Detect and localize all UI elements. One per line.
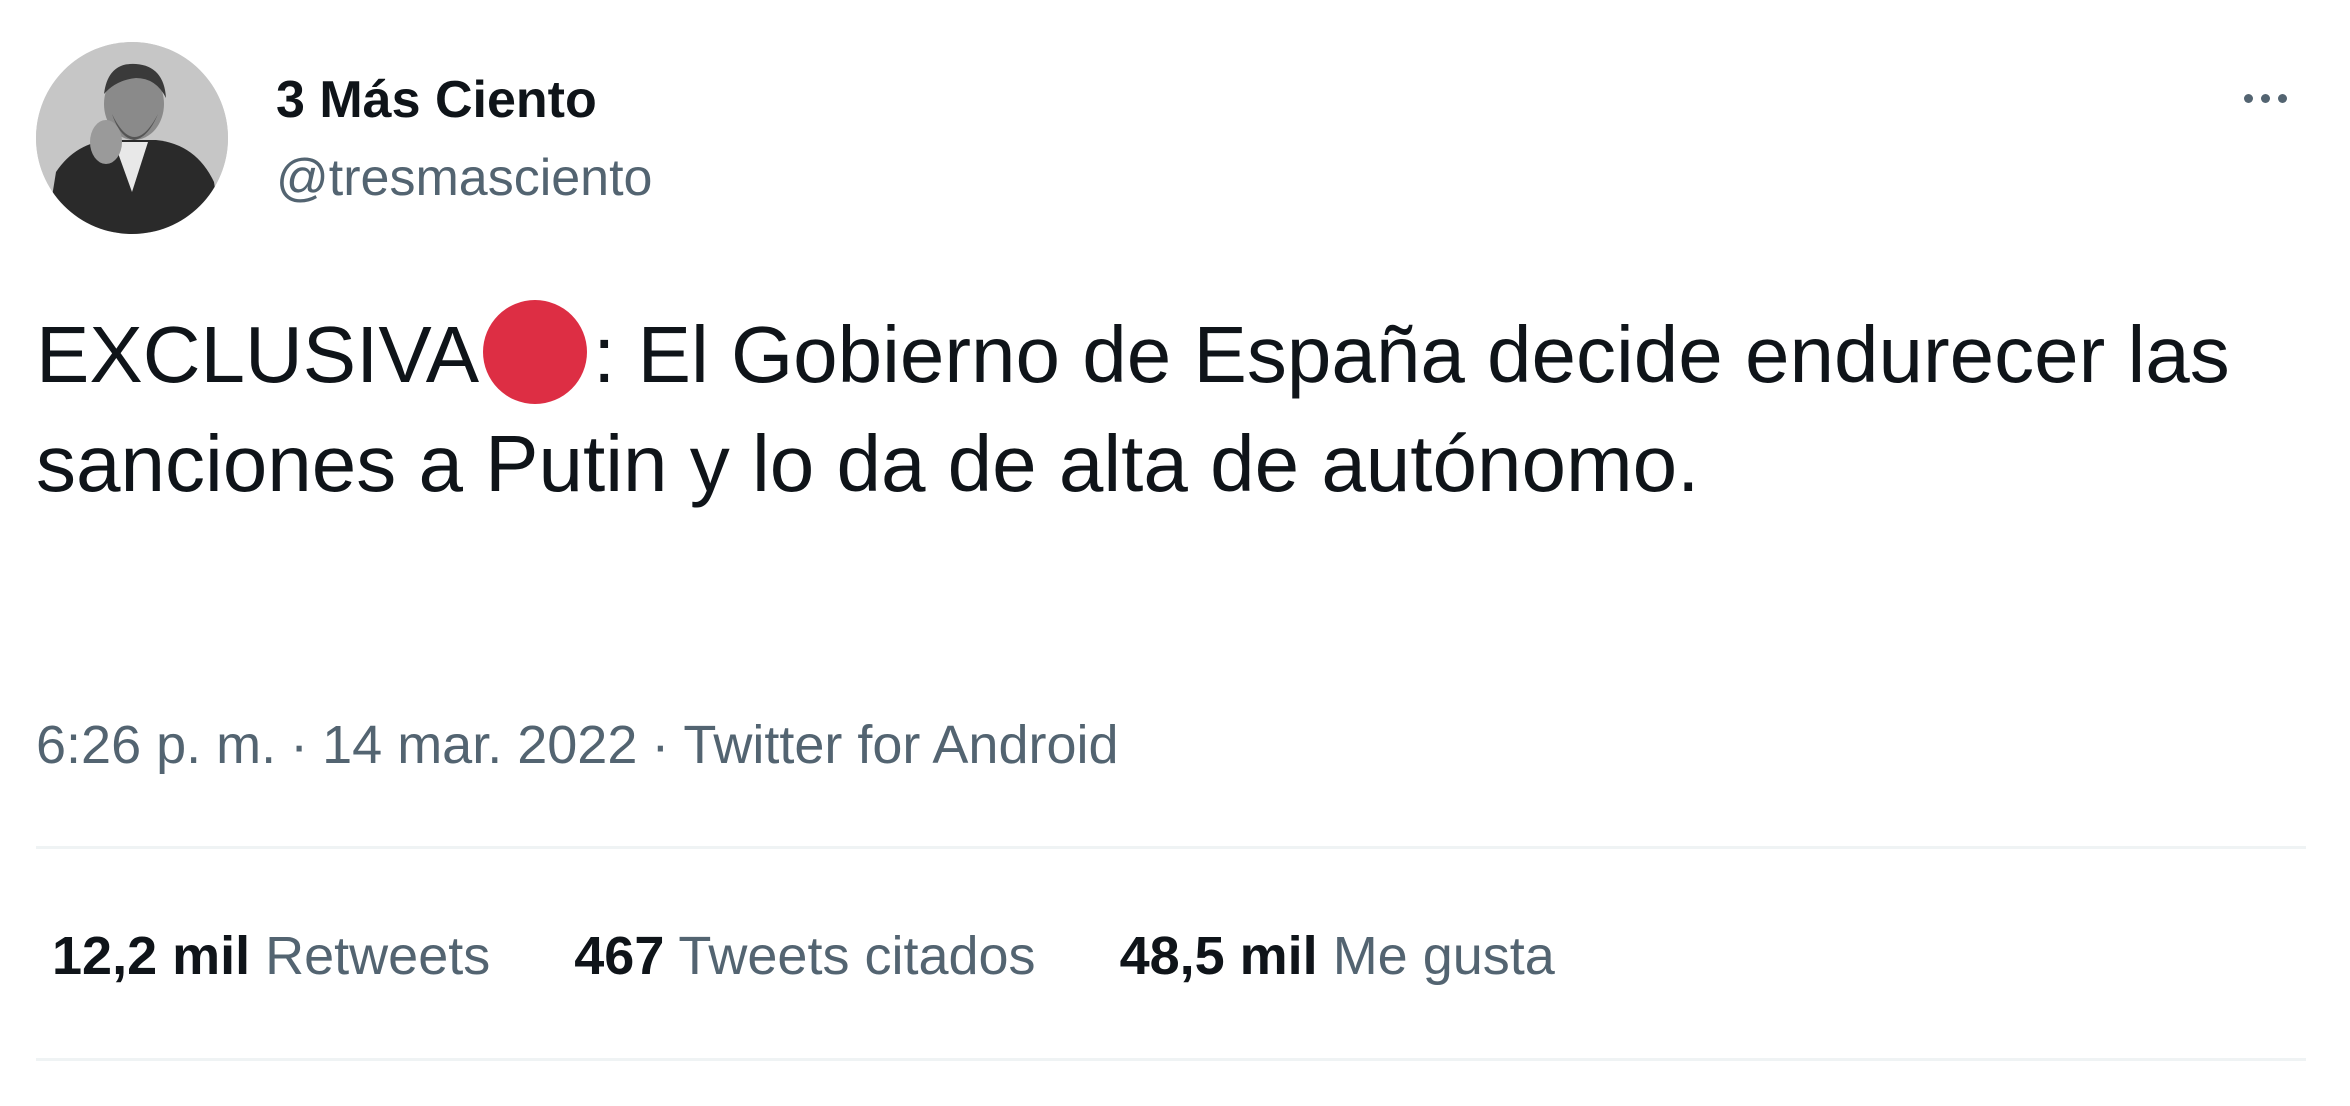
quote-tweets-label: Tweets citados (678, 926, 1036, 986)
divider (36, 846, 2306, 849)
more-options-icon[interactable] (2230, 78, 2300, 118)
dot (2260, 93, 2270, 103)
avatar[interactable] (36, 42, 228, 234)
tweet-time[interactable]: 6:26 p. m. (36, 715, 276, 775)
tweet-date[interactable]: 14 mar. 2022 (322, 715, 637, 775)
likes-label: Me gusta (1332, 926, 1555, 986)
quote-tweets-stat[interactable]: 467 Tweets citados (574, 920, 1035, 992)
tweet-source[interactable]: Twitter for Android (683, 715, 1118, 775)
likes-count: 48,5 mil (1119, 926, 1318, 986)
dot (2277, 93, 2287, 103)
tweet-meta: 6:26 p. m. · 14 mar. 2022 · Twitter for Andr… (36, 710, 1119, 780)
likes-stat[interactable]: 48,5 mil Me gusta (1120, 920, 1555, 992)
avatar-image (36, 42, 228, 234)
display-name[interactable]: 3 Más Ciento (276, 64, 597, 136)
retweets-label: Retweets (265, 926, 491, 986)
user-handle[interactable]: @tresmasciento (276, 142, 652, 214)
retweets-stat[interactable]: 12,2 mil Retweets (52, 920, 490, 992)
tweet-stats: 12,2 mil Retweets 467 Tweets citados 48,… (52, 920, 1639, 992)
retweets-count: 12,2 mil (52, 926, 251, 986)
red-circle-emoji-icon (483, 300, 588, 404)
meta-separator: · (651, 715, 670, 775)
meta-separator: · (290, 715, 309, 775)
tweet-text: EXCLUSIVA: El Gobierno de España decide … (36, 300, 2286, 518)
divider (36, 1058, 2306, 1061)
tweet-text-start: EXCLUSIVA (36, 310, 480, 399)
tweet-card: 3 Más Ciento @tresmasciento EXCLUSIVA: E… (0, 0, 2350, 1106)
dot (2243, 93, 2253, 103)
quote-tweets-count: 467 (574, 926, 665, 986)
